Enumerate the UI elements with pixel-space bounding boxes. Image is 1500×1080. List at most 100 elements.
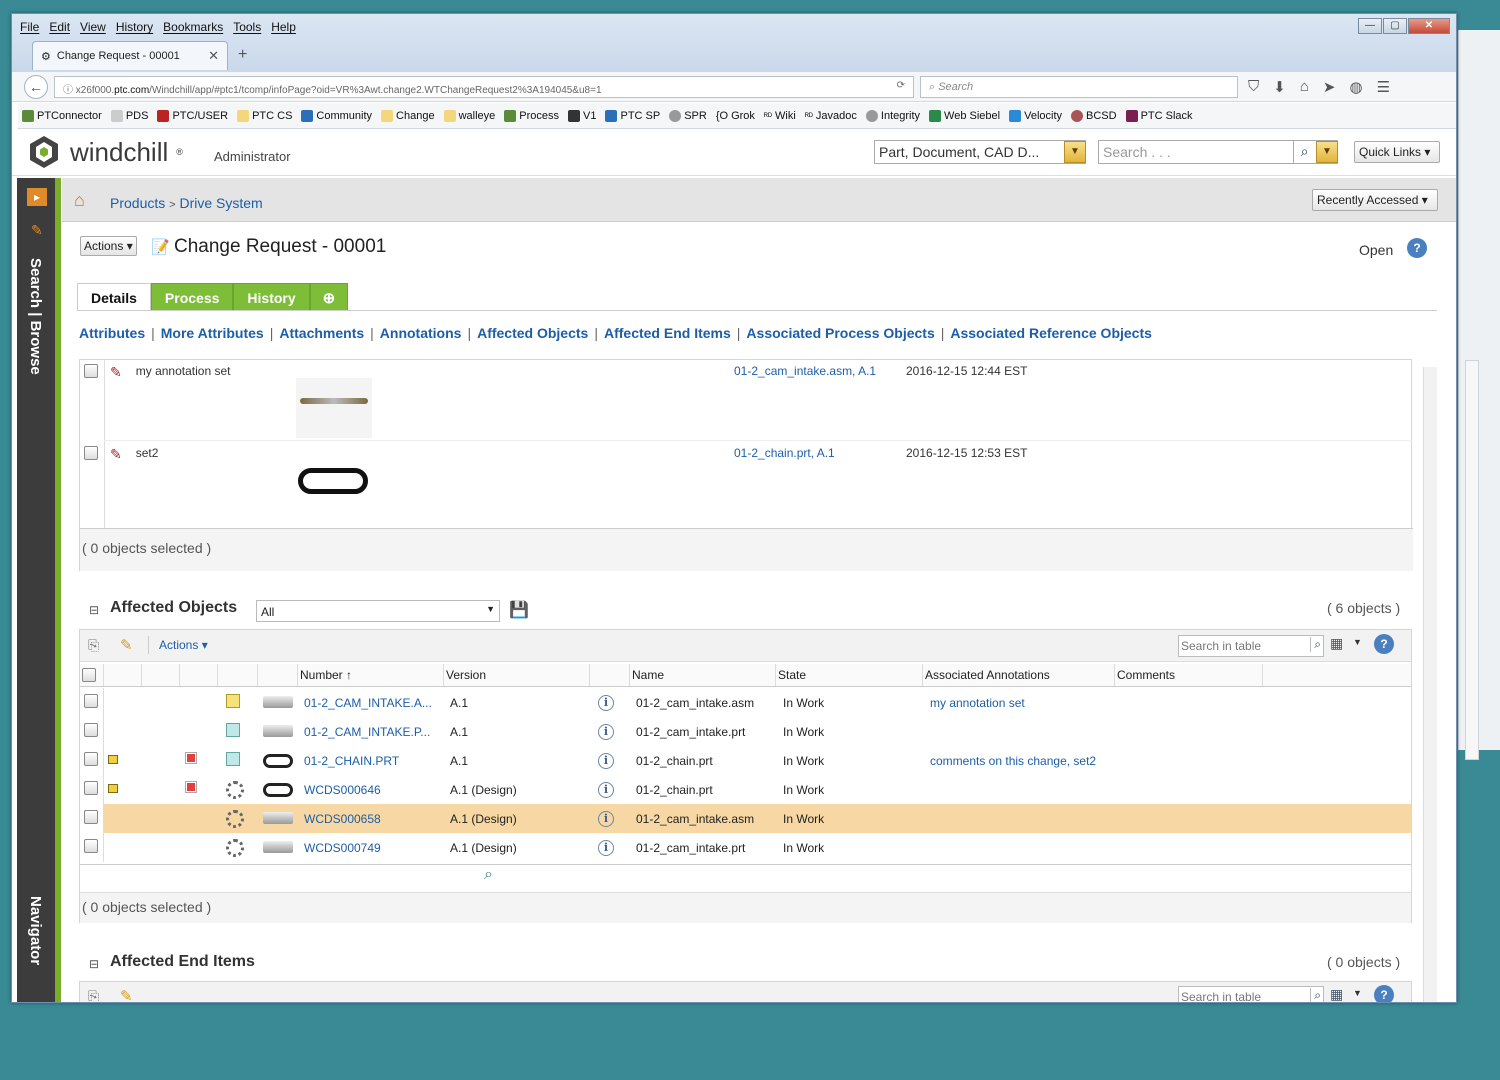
bookmark-bcsd[interactable]: BCSD — [1071, 109, 1117, 122]
actions-button[interactable]: Actions ▾ — [80, 236, 137, 256]
info-icon[interactable]: i — [598, 811, 614, 827]
tab-process[interactable]: Process — [150, 283, 234, 311]
scrollbar[interactable] — [1423, 367, 1437, 1002]
info-icon[interactable]: i — [598, 724, 614, 740]
bookmark-ptconnector[interactable]: PTConnector — [22, 109, 102, 122]
reload-icon[interactable]: ⟳ — [897, 80, 905, 91]
link-affected-end-items[interactable]: Affected End Items — [604, 325, 731, 341]
collapse-icon[interactable]: ⊟ — [89, 603, 99, 617]
search-type-select[interactable]: Part, Document, CAD D... ▼ — [874, 140, 1086, 164]
minimize-button[interactable]: — — [1358, 18, 1382, 34]
save-view-icon[interactable]: 💾 — [509, 600, 529, 620]
quick-links-button[interactable]: Quick Links ▾ — [1354, 141, 1440, 163]
object-number-link[interactable]: 01-2_CHAIN.PRT — [304, 754, 399, 768]
column-header-associated-annotations[interactable]: Associated Annotations — [923, 664, 1115, 686]
link-more-attributes[interactable]: More Attributes — [161, 325, 264, 341]
row-checkbox[interactable] — [84, 781, 98, 795]
table-row[interactable]: 01-2_CAM_INTAKE.P... A.1 i 01-2_cam_inta… — [80, 717, 1411, 746]
row-checkbox[interactable] — [84, 694, 98, 708]
back-button[interactable]: ← — [24, 75, 48, 99]
table-search-input[interactable]: Search in table ⌕ — [1178, 986, 1324, 1002]
link-attributes[interactable]: Attributes — [79, 325, 145, 341]
edit-icon[interactable]: ✎ — [120, 987, 133, 1002]
home-icon[interactable]: ⌂ — [74, 190, 85, 211]
menu-history[interactable]: History — [116, 20, 153, 36]
bookmark-ptc-user[interactable]: PTC/USER — [157, 109, 228, 122]
column-header-name[interactable]: Name — [630, 664, 776, 686]
menu-view[interactable]: View — [80, 20, 106, 36]
object-number-link[interactable]: WCDS000749 — [304, 841, 381, 855]
bookmark-community[interactable]: Community — [301, 109, 372, 122]
column-header-state[interactable]: State — [776, 664, 923, 686]
info-icon[interactable]: i — [598, 695, 614, 711]
bookmark-grok[interactable]: {O Grok — [716, 110, 755, 122]
chevron-down-icon[interactable]: ▼ — [1316, 141, 1338, 163]
download-icon[interactable]: ⬇ — [1273, 78, 1286, 96]
affected-objects-filter[interactable]: All ▼ — [256, 600, 500, 622]
object-number-link[interactable]: 01-2_CAM_INTAKE.A... — [304, 696, 432, 710]
tab-history[interactable]: History — [233, 283, 310, 311]
column-header-number[interactable]: Number ↑ — [298, 664, 444, 686]
table-row[interactable]: WCDS000658 A.1 (Design) i 01-2_cam_intak… — [80, 804, 1411, 833]
home-icon[interactable]: ⌂ — [1300, 78, 1309, 96]
close-window-button[interactable]: ✕ — [1408, 18, 1450, 34]
bookmark-ptc-slack[interactable]: PTC Slack — [1125, 109, 1193, 122]
breadcrumb-drive-system[interactable]: Drive System — [179, 195, 262, 211]
new-tab-button[interactable]: + — [238, 46, 247, 64]
thumbnail-icon[interactable] — [263, 812, 293, 824]
bookmark-pds[interactable]: PDS — [110, 109, 148, 122]
bookmark-velocity[interactable]: Velocity — [1009, 109, 1062, 122]
help-icon[interactable]: ? — [1374, 985, 1394, 1002]
search-icon[interactable]: ⌕ — [1293, 141, 1315, 163]
search-icon[interactable]: ⌕ — [1310, 637, 1321, 652]
globe-icon[interactable]: ◍ — [1349, 78, 1362, 96]
annotation-thumbnail[interactable] — [296, 460, 372, 510]
thumbnail-icon[interactable] — [263, 725, 293, 737]
maximize-button[interactable]: ▢ — [1383, 18, 1407, 34]
expand-navigator-icon[interactable]: ▸ — [27, 188, 47, 206]
menu-edit[interactable]: Edit — [49, 20, 70, 36]
add-tab-icon[interactable]: ⊕ — [309, 283, 349, 311]
url-bar[interactable]: ⓘ x26f000.ptc.com/Windchill/app/#ptc1/tc… — [54, 76, 914, 98]
menu-tools[interactable]: Tools — [233, 20, 261, 36]
link-affected-objects[interactable]: Affected Objects — [477, 325, 588, 341]
table-row[interactable]: WCDS000749 A.1 (Design) i 01-2_cam_intak… — [80, 833, 1411, 862]
help-icon[interactable]: ? — [1407, 238, 1427, 258]
browser-tab[interactable]: ⚙ Change Request - 00001 ✕ — [32, 41, 228, 70]
associated-annotations-link[interactable]: comments on this change, set2 — [930, 754, 1096, 768]
tab-details[interactable]: Details — [77, 283, 151, 311]
help-icon[interactable]: ? — [1374, 634, 1394, 654]
row-checkbox[interactable] — [84, 752, 98, 766]
object-number-link[interactable]: 01-2_CAM_INTAKE.P... — [304, 725, 430, 739]
bookmark-v1[interactable]: V1 — [568, 109, 596, 122]
copy-icon[interactable]: ⎘ — [88, 637, 99, 654]
column-header-comments[interactable]: Comments — [1115, 664, 1263, 686]
search-icon[interactable]: ⌕ — [1310, 988, 1321, 1002]
select-all-checkbox[interactable] — [82, 668, 96, 682]
recently-accessed-button[interactable]: Recently Accessed ▾ — [1312, 189, 1438, 211]
table-search-input[interactable]: Search in table ⌕ — [1178, 635, 1324, 657]
row-checkbox[interactable] — [84, 723, 98, 737]
pin-icon[interactable]: ✎ — [31, 222, 43, 239]
object-number-link[interactable]: WCDS000658 — [304, 812, 381, 826]
browser-search-input[interactable]: ⌕ Search — [920, 76, 1238, 98]
column-header-version[interactable]: Version — [444, 664, 590, 686]
navigator-tab[interactable]: Navigator — [27, 896, 44, 965]
bookmark-change[interactable]: Change — [381, 109, 435, 122]
link-annotations[interactable]: Annotations — [380, 325, 462, 341]
global-search-input[interactable]: Search . . . ⌕ ▼ — [1098, 140, 1338, 164]
bookmark-walleye[interactable]: walleye — [443, 109, 495, 122]
thumbnail-icon[interactable] — [263, 696, 293, 708]
bookmark-ptc-cs[interactable]: PTC CS — [237, 109, 292, 122]
hamburger-menu-icon[interactable]: ☰ — [1377, 78, 1390, 96]
thumbnail-icon[interactable] — [263, 783, 293, 797]
bookmark-process[interactable]: Process — [504, 109, 559, 122]
annotated-object-link[interactable]: 01-2_chain.prt, A.1 — [734, 446, 835, 460]
table-row[interactable]: 01-2_CAM_INTAKE.A... A.1 i 01-2_cam_inta… — [80, 688, 1411, 717]
thumbnail-icon[interactable] — [263, 841, 293, 853]
bookmark-spr[interactable]: SPR — [669, 109, 707, 122]
associated-annotations-link[interactable]: my annotation set — [930, 696, 1025, 710]
thumbnail-icon[interactable] — [263, 754, 293, 768]
bookmark-web-siebel[interactable]: Web Siebel — [929, 109, 1000, 122]
search-browse-tab[interactable]: Search | Browse — [27, 258, 44, 375]
